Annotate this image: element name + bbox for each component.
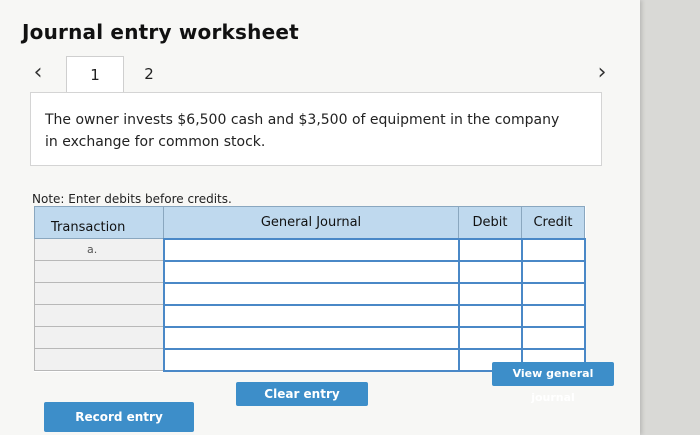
account-input[interactable] xyxy=(162,237,460,262)
debit-input[interactable] xyxy=(457,237,523,262)
debit-input[interactable] xyxy=(457,281,523,306)
transaction-cell xyxy=(34,282,164,305)
credit-input[interactable] xyxy=(520,281,586,306)
header-credit: Credit xyxy=(521,206,585,239)
entry-note: Note: Enter debits before credits. xyxy=(32,192,232,206)
journal-table: Transaction General Journal Debit Credit… xyxy=(34,206,586,372)
chevron-left-icon[interactable]: ‹ xyxy=(28,60,48,86)
table-row xyxy=(34,281,586,306)
debit-input[interactable] xyxy=(457,303,523,328)
header-general-journal: General Journal xyxy=(163,206,459,239)
table-row xyxy=(34,325,586,350)
table-row xyxy=(34,303,586,328)
credit-input[interactable] xyxy=(520,303,586,328)
view-general-journal-button[interactable]: View general journal xyxy=(492,362,614,404)
prompt-text: The owner invests $6,500 cash and $3,500… xyxy=(45,112,560,150)
transaction-cell xyxy=(34,260,164,283)
table-header-row: Transaction General Journal Debit Credit xyxy=(34,206,585,239)
worksheet-panel: Journal entry worksheet ‹ 1 2 › The owne… xyxy=(0,0,640,435)
credit-input[interactable] xyxy=(520,325,586,350)
tab-2[interactable]: 2 xyxy=(122,56,176,92)
page-title: Journal entry worksheet xyxy=(22,20,299,44)
transaction-cell xyxy=(34,326,164,349)
chevron-right-icon[interactable]: › xyxy=(592,60,612,86)
tab-1[interactable]: 1 xyxy=(66,56,124,94)
credit-input[interactable] xyxy=(520,259,586,284)
transaction-prompt: The owner invests $6,500 cash and $3,500… xyxy=(30,92,602,166)
table-row: a. xyxy=(34,237,586,262)
credit-input[interactable] xyxy=(520,237,586,262)
clear-entry-button[interactable]: Clear entry xyxy=(236,382,368,406)
debit-input[interactable] xyxy=(457,259,523,284)
transaction-cell xyxy=(34,304,164,327)
account-input[interactable] xyxy=(162,259,460,284)
account-input[interactable] xyxy=(162,303,460,328)
header-transaction: Transaction xyxy=(34,206,164,239)
record-entry-button[interactable]: Record entry xyxy=(44,402,194,432)
account-input[interactable] xyxy=(162,325,460,350)
account-input[interactable] xyxy=(162,347,460,372)
debit-input[interactable] xyxy=(457,325,523,350)
header-debit: Debit xyxy=(458,206,522,239)
account-input[interactable] xyxy=(162,281,460,306)
transaction-cell xyxy=(34,348,164,371)
tab-bar: ‹ 1 2 › xyxy=(0,56,640,94)
transaction-cell: a. xyxy=(34,238,164,261)
table-row xyxy=(34,259,586,284)
